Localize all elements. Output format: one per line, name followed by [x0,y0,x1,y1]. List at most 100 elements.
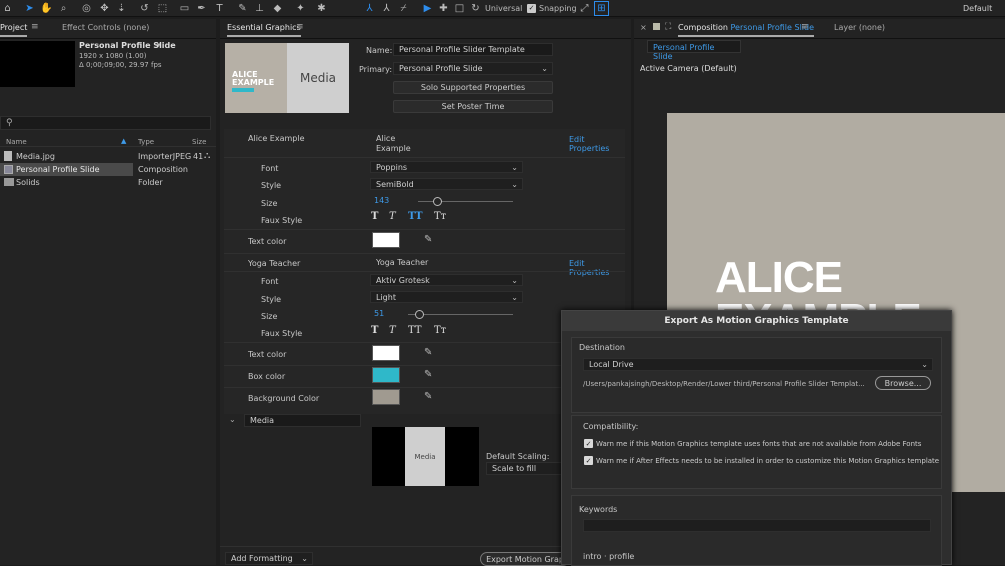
media-preview[interactable]: Media [372,427,479,486]
style-dropdown-1[interactable]: SemiBold ⌄ [370,178,523,190]
anchor-tool-icon[interactable]: ⬚ [155,1,170,16]
axis-local-icon[interactable]: ⅄ [362,1,377,16]
alice-text-line1[interactable]: Alice [376,134,395,143]
pen-tool-icon[interactable]: ✒ [194,1,209,16]
eraser-tool-icon[interactable]: ◆ [270,1,285,16]
snapping-checkbox[interactable]: ✓ [527,4,536,13]
keywords-input[interactable] [583,519,931,532]
camera-box-icon[interactable]: □ [452,1,467,16]
export-motion-graphics-button[interactable]: Export Motion Grap [480,552,570,566]
col-size[interactable]: Size [192,138,206,146]
italic-icon[interactable]: T [389,211,396,222]
hand-tool-icon[interactable]: ✋ [39,1,54,16]
small-caps-icon[interactable]: Tт [434,211,446,222]
font-dropdown-1[interactable]: Poppins ⌄ [370,161,523,173]
solo-supported-button[interactable]: Solo Supported Properties [393,81,553,94]
clone-tool-icon[interactable]: ⊥ [252,1,267,16]
default-scaling-dropdown[interactable]: Scale to fill [486,462,562,475]
rectangle-tool-icon[interactable]: ▭ [177,1,192,16]
keyword-tags[interactable]: intro · profile [583,552,634,561]
yoga-text[interactable]: Yoga Teacher [376,258,428,267]
all-caps-icon[interactable]: TT [408,211,423,222]
edit-properties-link-2[interactable]: Edit Properties [569,259,625,277]
camera-pan-icon[interactable]: ✚ [436,1,451,16]
template-name-input[interactable]: Personal Profile Slider Template [393,43,553,56]
destination-dropdown[interactable]: Local Drive ⌄ [583,358,933,371]
tab-effect-controls[interactable]: Effect Controls (none) [62,23,149,32]
rotate-tool-icon[interactable]: ↺ [137,1,152,16]
chevron-down-icon: ⌄ [511,293,518,302]
lock-icon[interactable] [653,23,660,30]
selection-tool-icon[interactable]: ➤ [22,1,37,16]
size-value-2[interactable]: 51 [374,309,384,318]
col-type[interactable]: Type [138,138,154,146]
text-color-swatch-1[interactable] [372,232,400,248]
collapse-chevron-icon[interactable]: ⌄ [229,415,236,424]
snap-edge-icon[interactable]: ⤢ [577,1,592,16]
eyedropper-icon[interactable]: ✎ [424,234,432,245]
project-search-input[interactable]: ⚲ [0,116,211,130]
list-item[interactable]: Media.jpg ImporterJPEG 41 ⛬ [0,150,216,163]
box-color-swatch[interactable] [372,367,400,383]
type-tool-icon[interactable]: T [212,1,227,16]
brush-tool-icon[interactable]: ✎ [235,1,250,16]
warn-fonts-checkbox[interactable]: ✓ [584,439,593,448]
pan-tool-icon[interactable]: ✥ [97,1,112,16]
home-icon[interactable]: ⌂ [0,1,15,16]
slider-handle[interactable] [414,310,424,319]
tab-layer[interactable]: Layer (none) [834,23,885,32]
axis-world-icon[interactable]: ⅄ [379,1,394,16]
bold-icon[interactable]: T [371,211,378,222]
edit-properties-link-1[interactable]: Edit Properties [569,135,625,153]
eyedropper-icon[interactable]: ✎ [424,369,432,380]
camera-select-icon[interactable]: ▶ [420,1,435,16]
comp-menu-icon[interactable]: ≡ [801,22,809,32]
primary-dropdown[interactable]: Personal Profile Slide ⌄ [393,62,553,75]
tab-essential-graphics[interactable]: Essential Graphics [227,23,301,37]
camera-orbit-icon[interactable]: ↻ [468,1,483,16]
sort-asc-icon[interactable]: ▲ [121,137,126,145]
eyedropper-icon[interactable]: ✎ [424,391,432,402]
comp-color-icon[interactable]: ⛶ [665,22,671,32]
eg-menu-icon[interactable]: ≡ [296,22,304,32]
orbit-tool-icon[interactable]: ◎ [79,1,94,16]
all-caps-icon[interactable]: TT [408,325,422,336]
list-item[interactable]: Personal Profile Slide [0,163,133,176]
background-color-swatch[interactable] [372,389,400,405]
slider-handle[interactable] [433,197,442,206]
col-name[interactable]: Name [6,138,27,146]
browse-button[interactable]: Browse... [875,376,931,390]
universal-label[interactable]: Universal [485,4,522,13]
chevron-down-icon[interactable]: ▾ [157,41,161,49]
media-name-input[interactable]: Media [244,414,361,427]
size-value-1[interactable]: 143 [374,196,389,205]
warn-ae-checkbox[interactable]: ✓ [584,456,593,465]
tab-project[interactable]: Project [0,23,28,37]
text-color-swatch-2[interactable] [372,345,400,361]
italic-icon[interactable]: T [389,325,396,336]
set-poster-time-button[interactable]: Set Poster Time [393,100,553,113]
snap-grid-icon[interactable]: ⊞ [594,1,609,16]
size-slider-1[interactable] [418,197,513,206]
workspace-default[interactable]: Default [963,4,992,13]
roto-tool-icon[interactable]: ✦ [293,1,308,16]
project-menu-icon[interactable]: ≡ [31,22,39,32]
comp-subtab[interactable]: Personal Profile Slide [647,40,741,61]
zoom-tool-icon[interactable]: ⌕ [56,1,71,16]
list-item[interactable]: Solids Folder [0,176,216,189]
dolly-tool-icon[interactable]: ⇣ [114,1,129,16]
bold-icon[interactable]: T [371,325,378,336]
puppet-tool-icon[interactable]: ✱ [314,1,329,16]
font-dropdown-2[interactable]: Aktiv Grotesk ⌄ [370,274,523,286]
small-caps-icon[interactable]: Tт [434,325,446,336]
chevron-down-icon: ⌄ [511,180,518,189]
style-label: Style [261,181,282,190]
close-icon[interactable]: × [640,23,647,32]
add-formatting-dropdown[interactable]: Add Formatting ⌄ [225,552,313,565]
size-slider-2[interactable] [408,310,513,319]
axis-view-icon[interactable]: ⌿ [396,1,411,16]
tab-composition[interactable]: Composition Personal Profile Slide [678,23,815,37]
eyedropper-icon[interactable]: ✎ [424,347,432,358]
style-dropdown-2[interactable]: Light ⌄ [370,291,523,303]
alice-text-line2[interactable]: Example [376,144,411,153]
